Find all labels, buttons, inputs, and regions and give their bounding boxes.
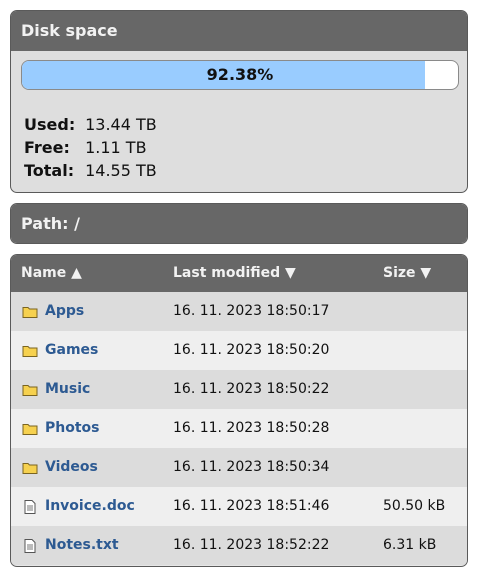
file-table: Name ▲ Last modified ▼ Size ▼ Apps 16. 11… bbox=[10, 254, 468, 567]
table-row[interactable]: Games 16. 11. 2023 18:50:20 bbox=[11, 331, 467, 370]
folder-icon bbox=[22, 343, 38, 359]
size-cell: 50.50 kB bbox=[383, 498, 446, 514]
folder-icon bbox=[22, 460, 38, 476]
table-row[interactable]: Apps 16. 11. 2023 18:50:17 bbox=[11, 292, 467, 331]
sort-by-size-header[interactable]: Size ▼ bbox=[383, 255, 431, 292]
total-value: 14.55 TB bbox=[85, 161, 157, 180]
name-cell: Games bbox=[22, 331, 98, 370]
table-row[interactable]: Videos 16. 11. 2023 18:50:34 bbox=[11, 448, 467, 487]
table-row[interactable]: Photos 16. 11. 2023 18:50:28 bbox=[11, 409, 467, 448]
table-row[interactable]: Notes.txt 16. 11. 2023 18:52:22 6.31 kB bbox=[11, 526, 467, 565]
disk-space-panel: Disk space 92.38% Used: 13.44 TB Free: 1… bbox=[10, 10, 468, 193]
folder-icon bbox=[22, 382, 38, 398]
file-link[interactable]: Games bbox=[45, 331, 98, 370]
folder-icon bbox=[22, 304, 38, 320]
table-header: Name ▲ Last modified ▼ Size ▼ bbox=[11, 255, 467, 292]
file-link[interactable]: Invoice.doc bbox=[45, 487, 135, 526]
table-row[interactable]: Music 16. 11. 2023 18:50:22 bbox=[11, 370, 467, 409]
name-cell: Videos bbox=[22, 448, 98, 487]
sort-by-modified-header[interactable]: Last modified ▼ bbox=[173, 255, 296, 292]
name-cell: Music bbox=[22, 370, 90, 409]
disk-usage-progress-bar: 92.38% bbox=[21, 60, 459, 90]
file-link[interactable]: Apps bbox=[45, 292, 84, 331]
disk-space-title: Disk space bbox=[11, 11, 467, 51]
file-link[interactable]: Notes.txt bbox=[45, 526, 119, 565]
modified-cell: 16. 11. 2023 18:51:46 bbox=[173, 498, 330, 514]
path-label: Path: / bbox=[11, 204, 467, 243]
modified-cell: 16. 11. 2023 18:50:17 bbox=[173, 303, 330, 319]
total-row: Total: 14.55 TB bbox=[24, 159, 157, 182]
sort-by-name-header[interactable]: Name ▲ bbox=[21, 255, 82, 292]
name-cell: Apps bbox=[22, 292, 84, 331]
file-link[interactable]: Photos bbox=[45, 409, 100, 448]
free-row: Free: 1.11 TB bbox=[24, 136, 157, 159]
size-cell: 6.31 kB bbox=[383, 537, 437, 553]
name-cell: Invoice.doc bbox=[22, 487, 135, 526]
file-icon bbox=[22, 538, 38, 554]
path-panel: Path: / bbox=[10, 203, 468, 244]
modified-cell: 16. 11. 2023 18:50:28 bbox=[173, 420, 330, 436]
name-cell: Notes.txt bbox=[22, 526, 119, 565]
free-label: Free: bbox=[24, 138, 70, 157]
free-value: 1.11 TB bbox=[85, 138, 147, 157]
name-cell: Photos bbox=[22, 409, 100, 448]
modified-cell: 16. 11. 2023 18:50:20 bbox=[173, 342, 330, 358]
used-row: Used: 13.44 TB bbox=[24, 113, 157, 136]
modified-cell: 16. 11. 2023 18:50:22 bbox=[173, 381, 330, 397]
disk-stats: Used: 13.44 TB Free: 1.11 TB Total: 14.5… bbox=[24, 113, 157, 182]
file-icon bbox=[22, 499, 38, 515]
used-label: Used: bbox=[24, 115, 76, 134]
file-list: Apps 16. 11. 2023 18:50:17 Games 16. 11. 2… bbox=[11, 292, 467, 565]
file-link[interactable]: Music bbox=[45, 370, 90, 409]
modified-cell: 16. 11. 2023 18:50:34 bbox=[173, 459, 330, 475]
table-row[interactable]: Invoice.doc 16. 11. 2023 18:51:46 50.50 kB bbox=[11, 487, 467, 526]
file-link[interactable]: Videos bbox=[45, 448, 98, 487]
modified-cell: 16. 11. 2023 18:52:22 bbox=[173, 537, 330, 553]
total-label: Total: bbox=[24, 161, 75, 180]
disk-usage-percent: 92.38% bbox=[206, 65, 274, 84]
used-value: 13.44 TB bbox=[85, 115, 157, 134]
folder-icon bbox=[22, 421, 38, 437]
